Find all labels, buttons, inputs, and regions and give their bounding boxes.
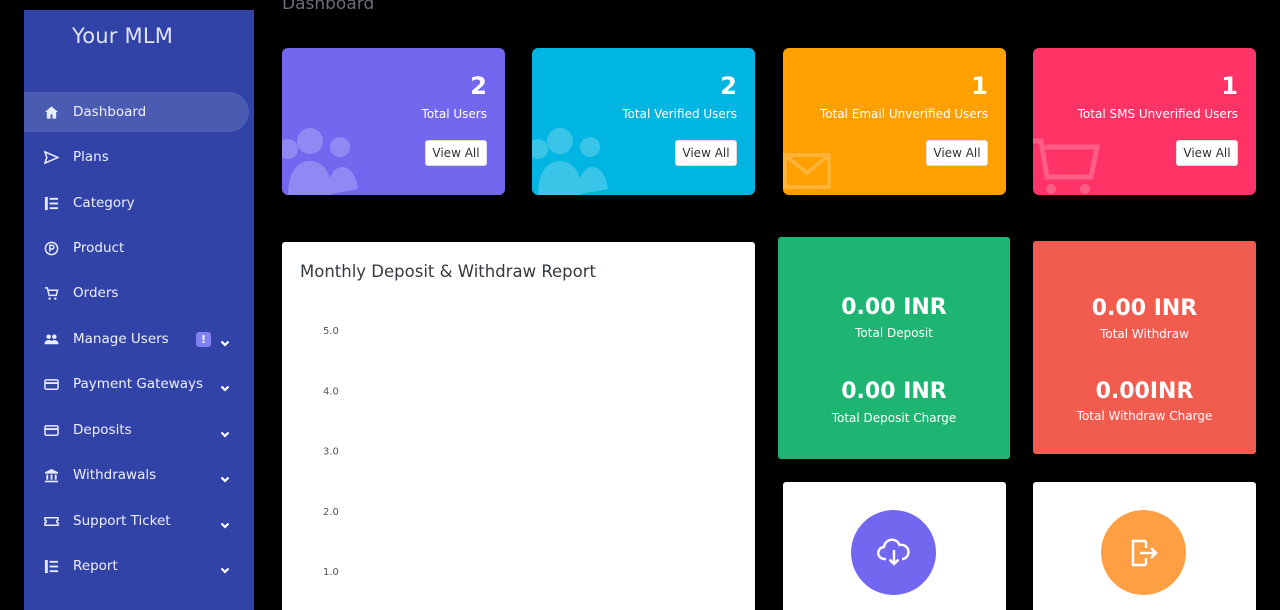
y-tick-label: 2.0 [323,507,339,518]
sidebar-item-label: Plans [73,149,109,165]
sidebar-item-label: Deposits [73,422,132,438]
view-all-button[interactable]: View All [1176,140,1238,166]
chevron-down-icon [220,469,232,483]
sidebar-item-label: Withdrawals [73,467,157,483]
users-icon [42,330,60,348]
stat-card-sms-unverified: 1 Total SMS Unverified Users View All [1033,48,1256,195]
cloud-download-icon[interactable] [851,510,936,595]
sidebar-item-label: Report [73,558,118,574]
total-deposit-label: Total Deposit [855,326,933,340]
chart-title: Monthly Deposit & Withdraw Report [300,262,597,281]
deposit-charge-value: 0.00 INR [841,379,947,404]
total-withdraw-value: 0.00 INR [1091,296,1198,321]
view-all-button[interactable]: View All [675,140,737,166]
sidebar-item-category[interactable]: Category [24,183,249,223]
y-tick-label: 3.0 [323,447,339,458]
deposit-charge-label: Total Deposit Charge [831,411,957,425]
sidebar-item-report[interactable]: Report [24,546,249,586]
sidebar-item-label: Orders [73,285,119,301]
sidebar-item-support-ticket[interactable]: Support Ticket [24,501,249,541]
home-icon [42,103,60,121]
ticket-icon [42,512,60,530]
y-tick-label: 4.0 [323,386,339,397]
sidebar: Your MLM Dashboard Plans Category Produc… [24,10,254,610]
view-all-button[interactable]: View All [425,140,487,166]
withdraw-charge-value: 0.00INR [1095,379,1194,404]
withdraw-summary-card: 0.00 INR Total Withdraw 0.00INR Total Wi… [1033,241,1256,454]
sidebar-item-label: Dashboard [73,104,147,120]
total-deposit-value: 0.00 INR [841,295,947,320]
chevron-down-icon [220,560,232,574]
sidebar-item-label: Manage Users [73,331,169,347]
sidebar-item-manage-users[interactable]: Manage Users ! [24,319,249,359]
bank-icon [42,466,60,484]
sidebar-item-deposits[interactable]: Deposits [24,410,249,450]
sidebar-item-orders[interactable]: Orders [24,273,249,313]
credit-card-icon [42,375,60,393]
sign-out-icon[interactable] [1101,510,1186,595]
sidebar-item-dashboard[interactable]: Dashboard [24,92,249,132]
credit-card-icon [42,421,60,439]
stat-value: 2 [470,72,487,100]
stat-card-email-unverified: 1 Total Email Unverified Users View All [783,48,1006,195]
withdraw-charge-label: Total Withdraw Charge [1076,409,1213,423]
users-bg-icon [532,128,608,195]
stat-card-verified-users: 2 Total Verified Users View All [532,48,755,195]
stat-label: Total Users [421,107,487,121]
product-icon [42,239,60,257]
deposit-withdraw-chart-card: Monthly Deposit & Withdraw Report 5.0 4.0… [282,242,755,610]
view-all-button[interactable]: View All [926,140,988,166]
withdraw-action-card[interactable] [1033,482,1256,610]
chart-plot-area: 5.0 4.0 3.0 2.0 1.0 [323,326,339,578]
sidebar-item-withdrawals[interactable]: Withdrawals [24,455,249,495]
chevron-down-icon [220,515,232,529]
sidebar-item-label: Payment Gateways [73,376,204,392]
list-icon [42,557,60,575]
deposit-summary-card: 0.00 INR Total Deposit 0.00 INR Total De… [778,237,1010,459]
stat-label: Total Email Unverified Users [819,107,988,121]
page-title: Dashboard [282,0,375,14]
stat-card-total-users: 2 Total Users View All [282,48,505,195]
sidebar-item-label: Support Ticket [73,513,171,529]
brand-logo[interactable]: Your MLM [72,24,173,48]
alert-badge: ! [196,331,211,347]
y-tick-label: 1.0 [323,567,339,578]
stat-value: 1 [971,72,988,100]
chevron-down-icon [220,424,232,438]
stat-label: Total SMS Unverified Users [1077,107,1238,121]
send-icon [42,148,60,166]
chevron-down-icon [220,333,232,347]
sidebar-item-label: Category [73,195,135,211]
deposit-action-card[interactable] [783,482,1006,610]
chevron-down-icon [220,378,232,392]
sidebar-item-label: Product [73,240,125,256]
users-bg-icon [282,128,358,195]
stat-label: Total Verified Users [622,107,737,121]
y-tick-label: 5.0 [323,326,339,337]
sidebar-item-product[interactable]: Product [24,228,249,268]
stat-value: 2 [720,72,737,100]
total-withdraw-label: Total Withdraw [1100,327,1189,341]
stat-value: 1 [1221,72,1238,100]
sidebar-item-payment-gateways[interactable]: Payment Gateways [24,364,249,404]
list-icon [42,194,60,212]
cart-icon [42,284,60,302]
sidebar-item-plans[interactable]: Plans [24,137,249,177]
envelope-bg-icon [783,153,831,189]
cart-bg-icon [1033,138,1101,194]
